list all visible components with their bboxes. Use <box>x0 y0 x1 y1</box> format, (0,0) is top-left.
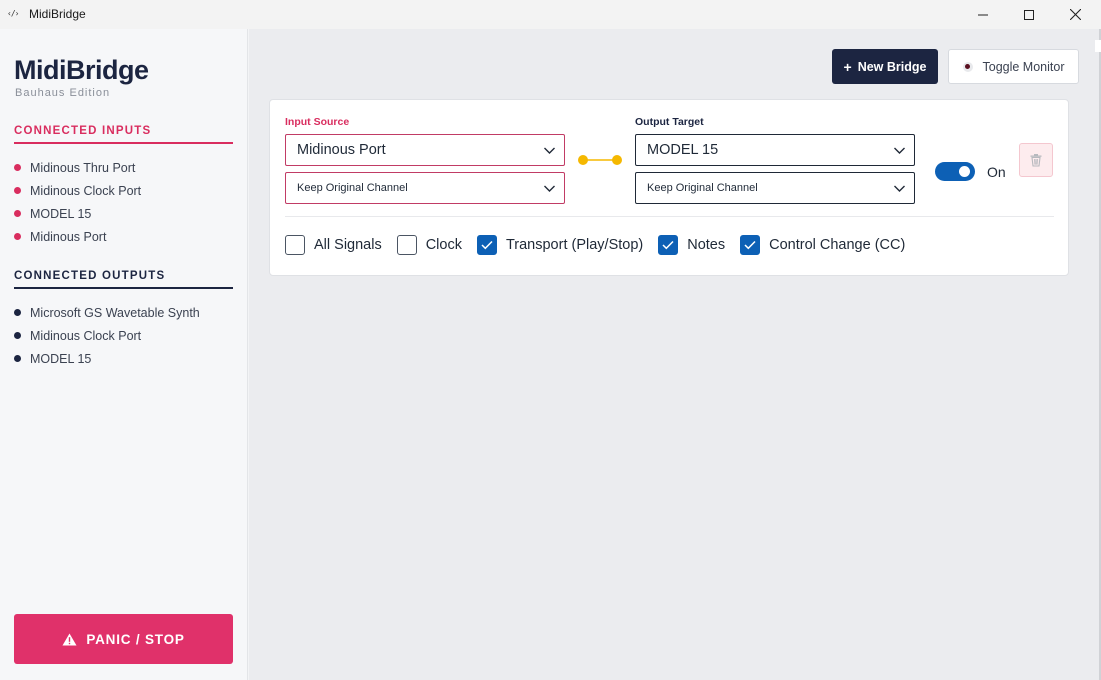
signal-filters: All Signals Clock Transport (Play/Stop) <box>285 235 920 255</box>
brand-subtitle: Bauhaus Edition <box>15 87 111 99</box>
filter-control-change[interactable]: Control Change (CC) <box>740 235 905 255</box>
input-port-item: MODEL 15 <box>14 202 234 225</box>
input-source-label: Input Source <box>285 116 350 128</box>
input-dot-icon <box>14 210 21 217</box>
input-port-label: Midinous Clock Port <box>30 183 142 198</box>
panic-stop-label: PANIC / STOP <box>86 631 185 647</box>
close-icon <box>1069 9 1081 20</box>
filter-label: Control Change (CC) <box>769 237 906 253</box>
toggle-knob <box>959 166 970 177</box>
chevron-down-icon <box>544 147 555 154</box>
chevron-down-icon <box>894 147 905 154</box>
input-dot-icon <box>14 233 21 240</box>
checkbox-unchecked-icon[interactable] <box>285 235 305 255</box>
output-target-label: Output Target <box>635 116 704 128</box>
card-divider <box>285 216 1054 217</box>
input-channel-value: Keep Original Channel <box>297 182 408 194</box>
main-content: + New Bridge Toggle Monitor Input Source… <box>249 29 1101 680</box>
maximize-button[interactable] <box>1006 0 1052 29</box>
sidebar: MidiBridge Bauhaus Edition CONNECTED INP… <box>0 29 248 680</box>
output-channel-value: Keep Original Channel <box>647 182 758 194</box>
filter-all-signals[interactable]: All Signals <box>285 235 382 255</box>
chevron-down-icon <box>894 185 905 192</box>
filter-label: Clock <box>425 237 462 253</box>
input-dot-icon <box>14 164 21 171</box>
minimize-icon <box>978 14 988 15</box>
output-port-label: MODEL 15 <box>30 351 92 366</box>
output-port-label: Microsoft GS Wavetable Synth <box>30 305 200 320</box>
filter-clock[interactable]: Clock <box>396 235 462 255</box>
bridge-card: Input Source Output Target Midinous Port… <box>269 99 1069 276</box>
app-window: ‹/› MidiBridge MidiBridge Bauhaus Editio… <box>0 0 1101 680</box>
new-bridge-label: New Bridge <box>857 59 927 74</box>
output-port-item: MODEL 15 <box>14 347 234 370</box>
input-port-label: MODEL 15 <box>30 206 92 221</box>
checkbox-unchecked-icon[interactable] <box>396 235 417 255</box>
window-title: MidiBridge <box>29 7 86 21</box>
output-port-item: Microsoft GS Wavetable Synth <box>14 301 234 324</box>
trash-icon <box>1030 154 1042 167</box>
input-channel-select[interactable]: Keep Original Channel <box>285 172 565 204</box>
minimize-button[interactable] <box>960 0 1006 29</box>
bridge-enable-label: On <box>987 164 1006 180</box>
input-port-label: Midinous Port <box>30 229 107 244</box>
bridge-enable-toggle[interactable] <box>935 162 975 181</box>
close-button[interactable] <box>1052 0 1098 29</box>
record-dot-icon <box>962 61 973 72</box>
plus-icon: + <box>843 58 852 75</box>
window-edge-notch <box>1095 40 1101 52</box>
checkbox-checked-icon[interactable] <box>658 235 679 255</box>
filter-label: Transport (Play/Stop) <box>505 237 644 253</box>
input-port-item: Midinous Port <box>14 225 234 248</box>
new-bridge-button[interactable]: + New Bridge <box>832 49 938 84</box>
output-dot-icon <box>14 332 21 339</box>
brand-title: MidiBridge <box>14 55 149 85</box>
input-port-value: Midinous Port <box>297 142 386 158</box>
warning-icon <box>62 633 77 646</box>
connected-outputs-heading: CONNECTED OUTPUTS <box>14 270 233 289</box>
app-icon: ‹/› <box>7 9 19 18</box>
input-port-select[interactable]: Midinous Port <box>285 134 565 166</box>
filter-label: All Signals <box>314 237 382 253</box>
output-channel-select[interactable]: Keep Original Channel <box>635 172 915 204</box>
input-port-item: Midinous Thru Port <box>14 156 234 179</box>
checkbox-checked-icon[interactable] <box>740 235 761 255</box>
input-dot-icon <box>14 187 21 194</box>
connected-inputs-heading: CONNECTED INPUTS <box>14 125 233 144</box>
output-dot-icon <box>14 355 21 362</box>
output-dot-icon <box>14 309 21 316</box>
output-port-value: MODEL 15 <box>647 142 719 158</box>
delete-bridge-button[interactable] <box>1019 143 1053 177</box>
panic-stop-button[interactable]: PANIC / STOP <box>14 614 233 664</box>
input-port-label: Midinous Thru Port <box>30 160 136 175</box>
chevron-down-icon <box>544 185 555 192</box>
toggle-monitor-button[interactable]: Toggle Monitor <box>948 49 1079 84</box>
filter-label: Notes <box>687 237 726 253</box>
filter-notes[interactable]: Notes <box>658 235 725 255</box>
output-port-select[interactable]: MODEL 15 <box>635 134 915 166</box>
maximize-icon <box>1024 9 1034 20</box>
toggle-monitor-label: Toggle Monitor <box>982 59 1065 74</box>
title-bar[interactable]: ‹/› MidiBridge <box>0 0 1101 29</box>
output-port-item: Midinous Clock Port <box>14 324 234 347</box>
filter-transport[interactable]: Transport (Play/Stop) <box>476 235 644 255</box>
connected-inputs-list: Midinous Thru Port Midinous Clock Port M… <box>14 156 234 248</box>
checkbox-checked-icon[interactable] <box>476 235 497 255</box>
connected-outputs-list: Microsoft GS Wavetable Synth Midinous Cl… <box>14 301 234 370</box>
bridge-connector-icon <box>578 155 622 165</box>
input-port-item: Midinous Clock Port <box>14 179 234 202</box>
output-port-label: Midinous Clock Port <box>30 328 142 343</box>
